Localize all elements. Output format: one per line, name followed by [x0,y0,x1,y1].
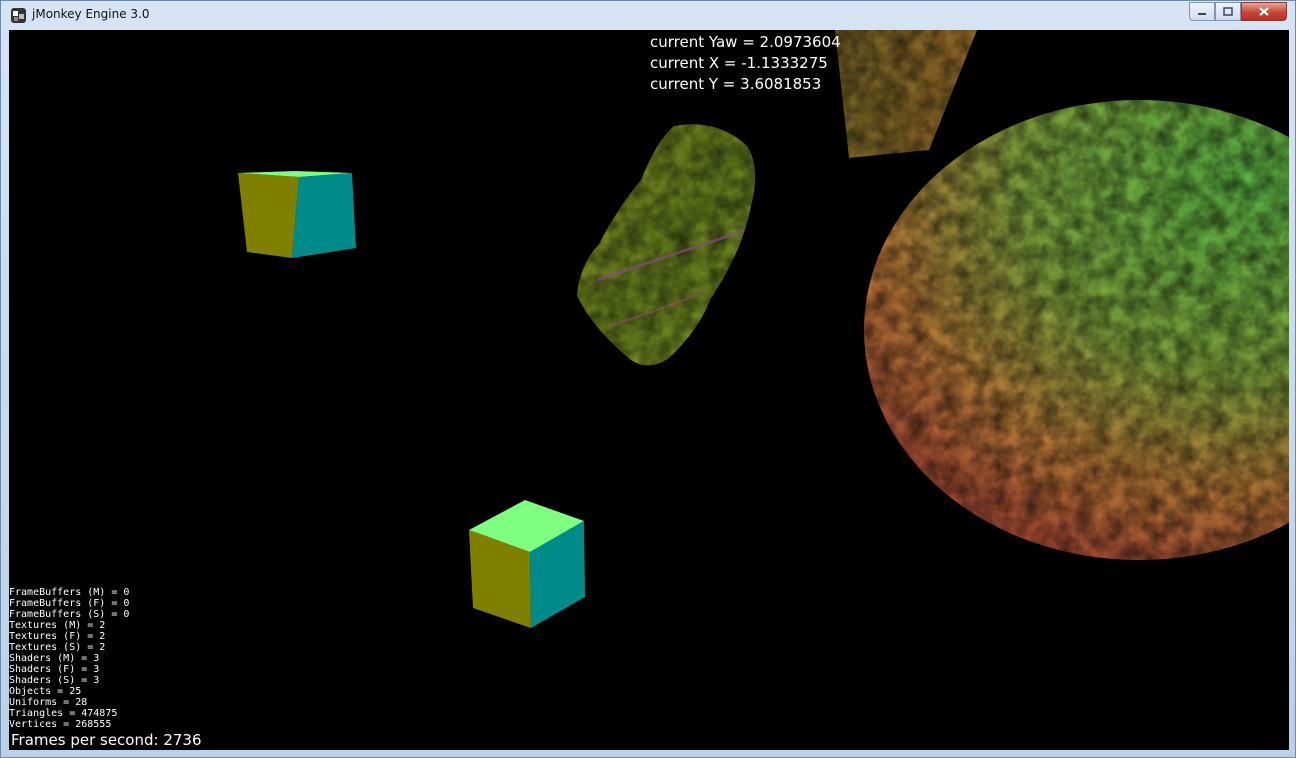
stat-line: FrameBuffers (M) = 0 [9,587,130,598]
close-button[interactable] [1241,2,1287,21]
textured-sphere [864,100,1289,560]
stat-line: Shaders (M) = 3 [9,653,100,664]
render-viewport[interactable]: current Yaw = 2.0973604 current X = -1.1… [9,30,1289,750]
stat-line: Textures (M) = 2 [9,620,106,631]
stats-panel: FrameBuffers (M) = 0 FrameBuffers (F) = … [9,587,129,730]
stat-line: Objects = 25 [9,686,82,697]
stat-line: Uniforms = 28 [9,697,88,708]
stat-line: FrameBuffers (S) = 0 [9,609,130,620]
minimize-icon [1198,12,1206,15]
jmonkey-app-icon [11,8,26,23]
window-title: jMonkey Engine 3.0 [32,7,150,21]
cube-upper [238,171,356,258]
stat-line: Textures (F) = 2 [9,631,106,642]
stat-line: Vertices = 268555 [9,719,112,730]
app-window: jMonkey Engine 3.0 current Yaw = 2.09736… [0,0,1296,758]
camera-yaw: current Yaw = 2.0973604 [650,33,841,51]
textured-wall [835,30,977,158]
maximize-icon [1223,7,1233,16]
camera-y: current Y = 3.6081853 [650,75,822,93]
stat-line: Shaders (S) = 3 [9,675,100,686]
cube-lower [469,500,585,628]
close-icon [1259,7,1269,16]
minimize-button[interactable] [1189,2,1215,21]
stat-line: FrameBuffers (F) = 0 [9,598,130,609]
scene-canvas [238,30,1289,628]
fps-counter: Frames per second: 2736 [11,731,202,749]
maximize-button[interactable] [1215,2,1241,21]
camera-x: current X = -1.1333275 [650,54,828,72]
stat-line: Textures (S) = 2 [9,642,106,653]
textured-rock [577,124,756,366]
window-controls [1189,2,1287,21]
title-bar[interactable]: jMonkey Engine 3.0 [1,1,1295,30]
camera-readout: current Yaw = 2.0973604 current X = -1.1… [650,32,841,95]
stat-line: Triangles = 474875 [9,708,118,719]
stat-line: Shaders (F) = 3 [9,664,100,675]
